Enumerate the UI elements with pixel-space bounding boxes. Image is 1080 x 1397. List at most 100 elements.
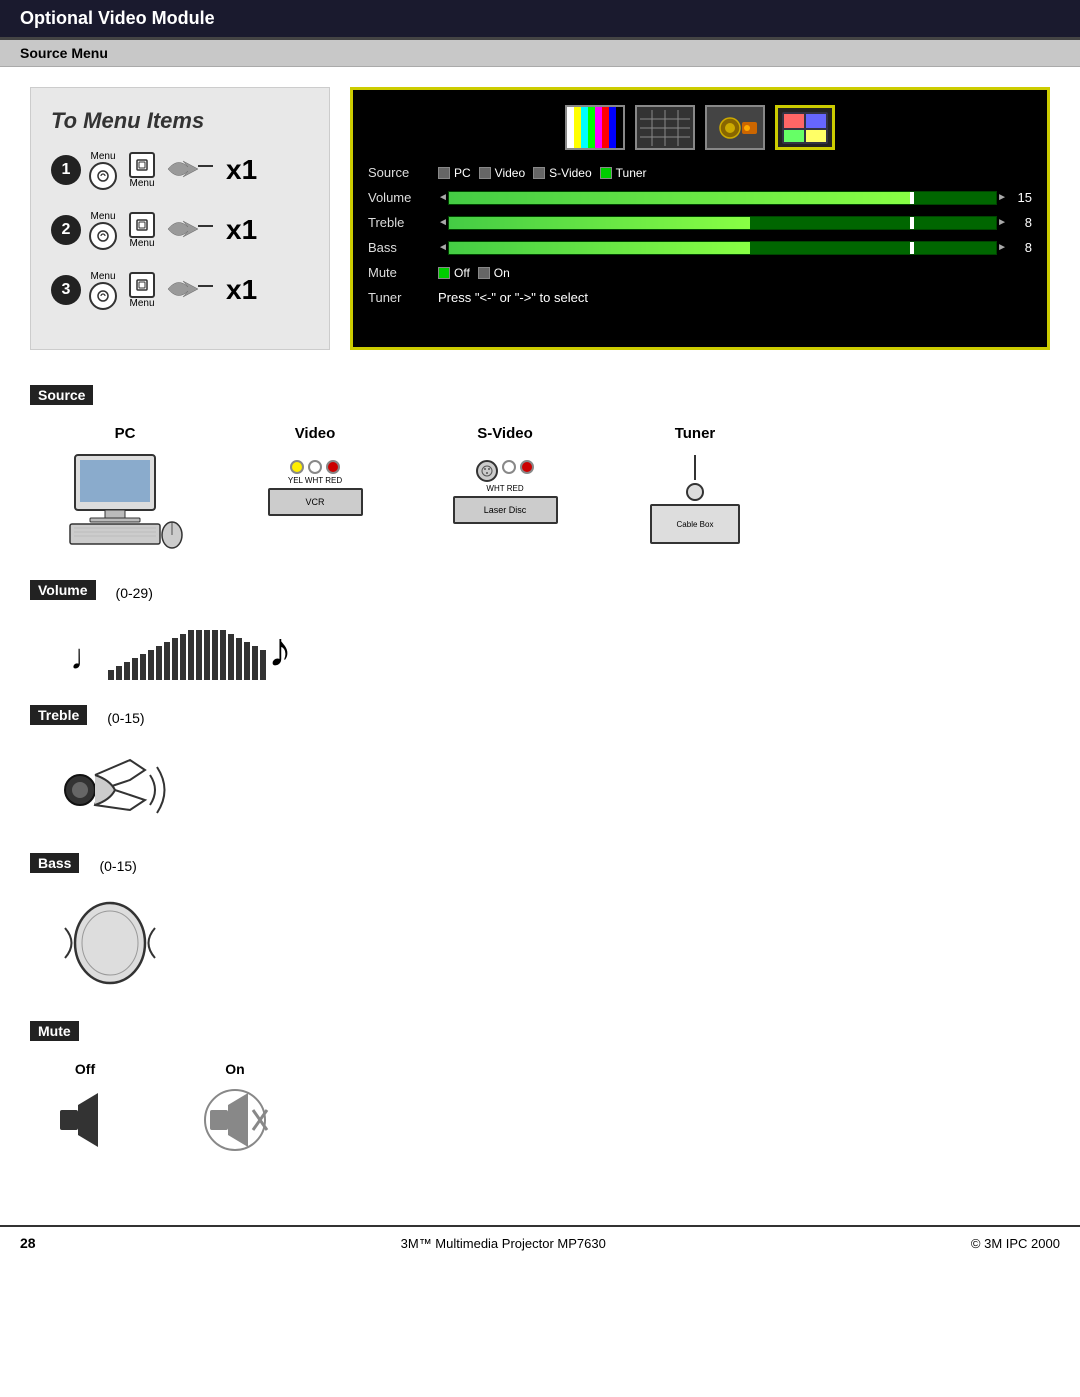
- tuner-item-label: Tuner: [675, 425, 716, 442]
- menu-steps-title: To Menu Items: [51, 108, 309, 134]
- mute-off-option: Off: [438, 266, 470, 280]
- note-left: ♩: [70, 639, 106, 675]
- step1-square-btn[interactable]: [129, 152, 155, 178]
- source-label: Source: [368, 165, 438, 180]
- menu-step-3: 3 Menu Menu: [51, 269, 309, 311]
- vol-bar-18: [244, 642, 250, 680]
- step2-menu-label-bot: Menu: [129, 238, 154, 249]
- bass-section-label: Bass: [30, 853, 79, 873]
- vol-bar-20: [260, 650, 266, 680]
- content-area: To Menu Items 1 Menu: [0, 67, 1080, 1205]
- header-title: Optional Video Module: [20, 8, 215, 28]
- bass-value: 8: [1007, 240, 1032, 255]
- step-number-2: 2: [51, 215, 81, 245]
- vcr-connectors: [290, 460, 340, 474]
- pc-label: PC: [115, 425, 136, 442]
- vol-bar-15: [220, 630, 226, 680]
- tuner-antenna: [694, 455, 696, 480]
- volume-slider[interactable]: [448, 191, 997, 205]
- cable-box: Cable Box: [650, 504, 740, 544]
- tuner-connector: [686, 483, 704, 501]
- settings-icon: [705, 105, 765, 150]
- step-3-icons: Menu Menu: [89, 269, 257, 311]
- source-video-option: Video: [479, 166, 525, 180]
- footer-right-text: © 3M IPC 2000: [971, 1236, 1060, 1251]
- mute-item-off: Off: [50, 1061, 120, 1155]
- treble-left-arrow[interactable]: ◄: [438, 217, 448, 228]
- volume-right-arrow[interactable]: ►: [997, 192, 1007, 203]
- mute-on-indicator: [478, 267, 490, 279]
- step3-hand-arrow: [163, 269, 218, 311]
- vol-bar-12: [196, 630, 202, 680]
- source-video-indicator: [479, 167, 491, 179]
- vol-bar-13: [204, 630, 210, 680]
- mute-section: Mute Off On: [30, 1016, 1050, 1155]
- menu-row-tuner: Tuner Press "<-" or "->" to select: [368, 290, 1032, 305]
- step-number-1: 1: [51, 155, 81, 185]
- step2-circle-btn[interactable]: [89, 222, 117, 250]
- bass-right-arrow[interactable]: ►: [997, 242, 1007, 253]
- svideo-label: S-Video: [477, 425, 533, 442]
- source-tuner-option: Tuner: [600, 166, 647, 180]
- bass-label: Bass: [368, 240, 438, 255]
- vol-bar-3: [124, 662, 130, 680]
- speaker-on-icon: [200, 1085, 270, 1155]
- grid-icon: [635, 105, 695, 150]
- vol-bar-17: [236, 638, 242, 680]
- bass-range: (0-15): [99, 858, 136, 874]
- menu-row-source: Source PC Video S-Video Tuner: [368, 165, 1032, 180]
- mute-off-indicator: [438, 267, 450, 279]
- icon-row: [368, 105, 1032, 150]
- menu-steps-box: To Menu Items 1 Menu: [30, 87, 330, 350]
- step3-square-btn[interactable]: [129, 272, 155, 298]
- step1-x1-label: x1: [226, 154, 257, 186]
- vol-bar-10: [180, 634, 186, 680]
- active-source-icon: [775, 105, 835, 150]
- step1-menu-label-top: Menu: [90, 151, 115, 162]
- vol-bar-14: [212, 630, 218, 680]
- treble-range: (0-15): [107, 710, 144, 726]
- vol-bar-1: [108, 670, 114, 680]
- source-svideo-option: S-Video: [533, 166, 591, 180]
- source-items-row: PC Video: [50, 425, 1050, 550]
- mute-items-row: Off On: [50, 1061, 1050, 1155]
- source-menu-display: Source PC Video S-Video Tuner Volume ◄: [350, 87, 1050, 350]
- treble-value: 8: [1007, 215, 1032, 230]
- bass-left-arrow[interactable]: ◄: [438, 242, 448, 253]
- pc-illustration: [60, 450, 190, 550]
- step2-square-btn[interactable]: [129, 212, 155, 238]
- step2-x1-label: x1: [226, 214, 257, 246]
- menu-row-mute: Mute Off On: [368, 265, 1032, 280]
- vol-bar-6: [148, 650, 154, 680]
- step3-circle-btn[interactable]: [89, 282, 117, 310]
- svideo-connectors: [476, 460, 534, 482]
- mute-section-label: Mute: [30, 1021, 79, 1041]
- vol-bar-2: [116, 666, 122, 680]
- vol-bar-9: [172, 638, 178, 680]
- colorbar-icon: [565, 105, 625, 150]
- volume-section-label: Volume: [30, 580, 96, 600]
- vol-bar-11: [188, 630, 194, 680]
- treble-label: Treble: [368, 215, 438, 230]
- tuner-label: Tuner: [368, 290, 438, 305]
- step-1-icons: Menu Menu: [89, 149, 257, 191]
- step1-circle-btn[interactable]: [89, 162, 117, 190]
- svideo-connector-circle: [476, 460, 498, 482]
- step2-menu-label-top: Menu: [90, 211, 115, 222]
- volume-graphic: ♩: [70, 620, 1050, 680]
- page-header: Optional Video Module: [0, 0, 1080, 40]
- bass-slider[interactable]: [448, 241, 997, 255]
- step3-menu-label-bot: Menu: [129, 298, 154, 309]
- source-pc-option: PC: [438, 166, 471, 180]
- treble-right-arrow[interactable]: ►: [997, 217, 1007, 228]
- source-tuner-indicator: [600, 167, 612, 179]
- bass-section: Bass (0-15): [30, 848, 1050, 996]
- vol-bar-5: [140, 654, 146, 680]
- volume-section: Volume (0-29) ♩: [30, 575, 1050, 680]
- volume-value: 15: [1007, 190, 1032, 205]
- treble-slider[interactable]: [448, 216, 997, 230]
- vol-bar-4: [132, 658, 138, 680]
- source-section-label: Source: [30, 385, 93, 405]
- mute-label: Mute: [368, 265, 438, 280]
- volume-left-arrow[interactable]: ◄: [438, 192, 448, 203]
